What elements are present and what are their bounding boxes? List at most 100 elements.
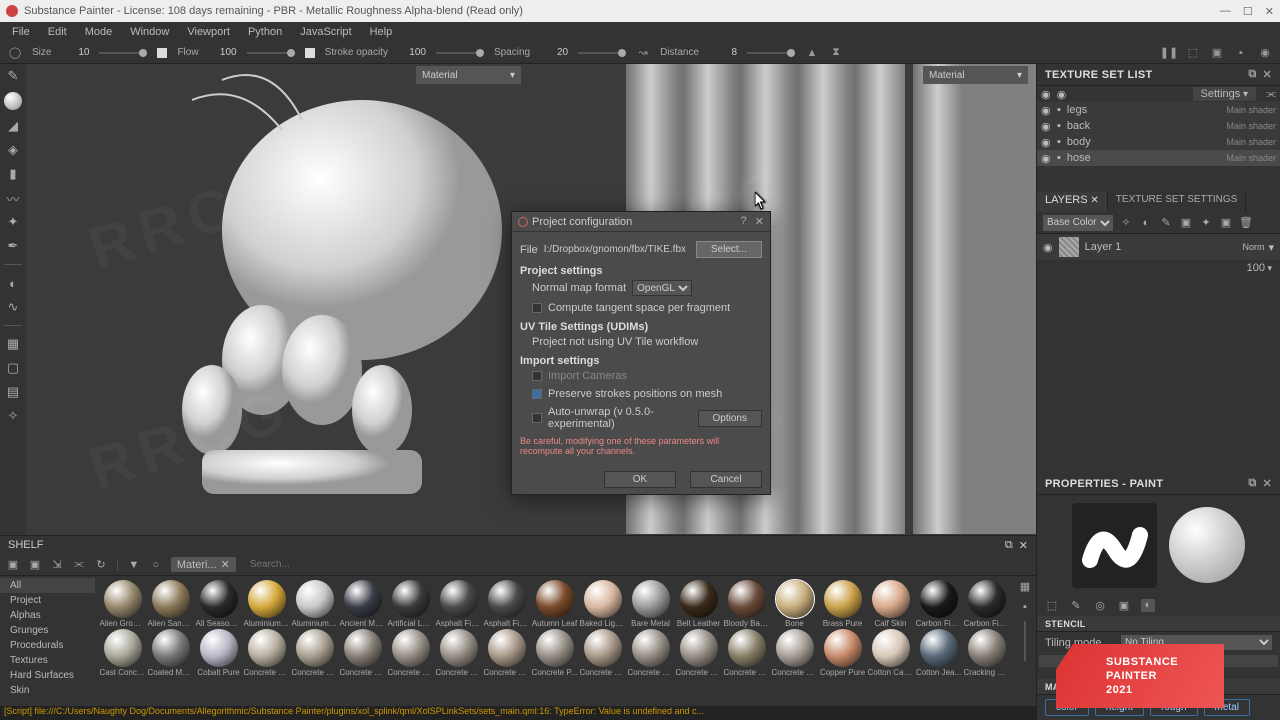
tab-stencil-icon[interactable]: ◎ bbox=[1093, 599, 1107, 612]
vis-all-icon[interactable]: ◉ bbox=[1041, 88, 1051, 101]
material-item[interactable]: Concrete Pl... bbox=[483, 629, 530, 677]
dialog-close-icon[interactable]: ✕ bbox=[755, 215, 764, 228]
material-item[interactable]: Concrete W... bbox=[771, 629, 818, 677]
smart-icon[interactable]: ✦ bbox=[1199, 216, 1213, 230]
tab-channel-icon[interactable]: ◐ bbox=[1141, 599, 1155, 612]
material-item[interactable]: Artificial Lea... bbox=[387, 580, 434, 628]
material-item[interactable]: Cotton Jea... bbox=[915, 629, 962, 677]
menu-edit[interactable]: Edit bbox=[40, 24, 75, 40]
preserve-strokes-checkbox[interactable] bbox=[532, 389, 542, 399]
bake-icon[interactable]: ▦ bbox=[5, 336, 21, 352]
menu-javascript[interactable]: JavaScript bbox=[292, 24, 359, 40]
size-value[interactable]: 10 bbox=[61, 47, 89, 58]
pause-icon[interactable]: ❚❚ bbox=[1162, 46, 1176, 60]
material-item[interactable]: Baked Light... bbox=[579, 580, 626, 628]
material-item[interactable]: Bloody Batt... bbox=[723, 580, 770, 628]
tab-texset-settings[interactable]: TEXTURE SET SETTINGS bbox=[1108, 192, 1247, 212]
material-item[interactable]: Concrete Ji... bbox=[435, 629, 482, 677]
texset-row-body[interactable]: ◉▪bodyMain shader bbox=[1037, 134, 1280, 150]
select-file-button[interactable]: Select... bbox=[696, 241, 762, 258]
mirror-icon[interactable]: ⧗ bbox=[829, 46, 843, 60]
layer-row[interactable]: ◉ Layer 1 Norm▾ bbox=[1037, 234, 1280, 260]
brush-preset-icon[interactable]: ◯ bbox=[8, 46, 22, 60]
pick-tool-icon[interactable]: ✒ bbox=[5, 238, 21, 254]
shelf-refresh-icon[interactable]: ↻ bbox=[94, 558, 108, 571]
delete-icon[interactable]: 🗑 bbox=[1239, 216, 1253, 230]
cube-icon[interactable]: ▣ bbox=[1210, 46, 1224, 60]
material-item[interactable]: Bare Metal bbox=[627, 580, 674, 628]
folder-icon[interactable]: ▣ bbox=[1219, 216, 1233, 230]
shelf-filter-icon[interactable]: ▼ bbox=[127, 559, 141, 571]
material-item[interactable]: Coated Met... bbox=[147, 629, 194, 677]
material-item[interactable]: Carbon Fiber bbox=[915, 580, 962, 628]
cat-alphas[interactable]: Alphas bbox=[0, 608, 95, 623]
paint-tool-icon[interactable]: ✎ bbox=[5, 68, 21, 84]
camera-icon[interactable]: ▪ bbox=[1234, 46, 1248, 60]
brush-icon[interactable]: ✎ bbox=[1159, 216, 1173, 230]
ok-button[interactable]: OK bbox=[604, 471, 676, 488]
texset-row-back[interactable]: ◉▪backMain shader bbox=[1037, 118, 1280, 134]
material-item[interactable]: Aluminium ... bbox=[243, 580, 290, 628]
texset-row-hose[interactable]: ◉▪hoseMain shader bbox=[1037, 150, 1280, 166]
dialog-help-icon[interactable]: ? bbox=[741, 215, 747, 228]
texset-row-legs[interactable]: ◉▪legsMain shader bbox=[1037, 102, 1280, 118]
material-dropdown-3d[interactable]: Material bbox=[416, 66, 521, 84]
mesh-icon[interactable]: ⬚ bbox=[1186, 46, 1200, 60]
material-item[interactable]: Calf Skin bbox=[867, 580, 914, 628]
render-icon[interactable]: ✧ bbox=[5, 408, 21, 424]
material-item[interactable]: Bone bbox=[771, 580, 818, 628]
capture-icon[interactable]: ◉ bbox=[1258, 46, 1272, 60]
tab-material-icon[interactable]: ▣ bbox=[1117, 599, 1131, 612]
material-item[interactable]: Cast Concre... bbox=[99, 629, 146, 677]
cat-all[interactable]: All bbox=[0, 578, 95, 593]
material-item[interactable]: Concrete D... bbox=[339, 629, 386, 677]
spacing-slider[interactable] bbox=[578, 52, 626, 54]
menu-help[interactable]: Help bbox=[362, 24, 401, 40]
cat-grunges[interactable]: Grunges bbox=[0, 623, 95, 638]
material-item[interactable]: Carbon Fib... bbox=[963, 580, 1010, 628]
settings-dropdown[interactable]: Settings ▾ bbox=[1193, 87, 1257, 101]
import-cameras-checkbox[interactable] bbox=[532, 371, 542, 381]
material-tool-icon[interactable]: ◐ bbox=[5, 275, 21, 291]
shelf-folder-icon[interactable]: ▣ bbox=[28, 558, 42, 571]
channel-select[interactable]: Base Color bbox=[1043, 215, 1113, 231]
spacing-value[interactable]: 20 bbox=[540, 47, 568, 58]
settings-icon[interactable]: ▢ bbox=[5, 360, 21, 376]
material-item[interactable]: Concrete R... bbox=[627, 629, 674, 677]
menu-viewport[interactable]: Viewport bbox=[179, 24, 238, 40]
material-item[interactable]: Cotton Can... bbox=[867, 629, 914, 677]
auto-unwrap-checkbox[interactable] bbox=[532, 413, 542, 423]
size-slider[interactable] bbox=[1024, 621, 1026, 661]
panel-close-icon[interactable]: ✕ bbox=[1262, 68, 1272, 81]
panel-close-icon[interactable]: ✕ bbox=[1262, 477, 1272, 490]
link-icon[interactable]: ⫘ bbox=[1266, 88, 1276, 101]
size-lock[interactable] bbox=[157, 48, 167, 58]
menu-window[interactable]: Window bbox=[122, 24, 177, 40]
cat-hardsurfaces[interactable]: Hard Surfaces bbox=[0, 668, 95, 683]
minimize-button[interactable]: — bbox=[1220, 5, 1231, 18]
maximize-button[interactable]: ☐ bbox=[1243, 5, 1253, 18]
cat-procedurals[interactable]: Procedurals bbox=[0, 638, 95, 653]
opacity-slider[interactable] bbox=[436, 52, 484, 54]
view-large-icon[interactable]: ▦ bbox=[1020, 580, 1030, 593]
material-item[interactable]: Concrete Cl... bbox=[291, 629, 338, 677]
flow-lock[interactable] bbox=[305, 48, 315, 58]
tangent-checkbox[interactable] bbox=[532, 303, 542, 313]
cat-textures[interactable]: Textures bbox=[0, 653, 95, 668]
material-item[interactable]: Cracking Li... bbox=[963, 629, 1010, 677]
size-slider[interactable] bbox=[99, 52, 147, 54]
flow-slider[interactable] bbox=[247, 52, 295, 54]
view-small-icon[interactable]: ▪ bbox=[1023, 601, 1027, 613]
shelf-home-icon[interactable]: ▣ bbox=[6, 558, 20, 571]
material-item[interactable]: Concrete Fl... bbox=[387, 629, 434, 677]
vis-solo-icon[interactable]: ◉ bbox=[1057, 88, 1067, 101]
material-item[interactable]: Concrete Sl... bbox=[723, 629, 770, 677]
shelf-close-icon[interactable]: ✕ bbox=[1019, 539, 1028, 552]
panel-undock-icon[interactable]: ⧉ bbox=[1248, 68, 1256, 81]
opacity-value[interactable]: 100 bbox=[398, 47, 426, 58]
menu-mode[interactable]: Mode bbox=[77, 24, 121, 40]
clone-tool-icon[interactable]: ✦ bbox=[5, 214, 21, 230]
shelf-search-input[interactable] bbox=[244, 557, 444, 572]
shelf-undock-icon[interactable]: ⧉ bbox=[1005, 539, 1013, 552]
layer-name[interactable]: Layer 1 bbox=[1085, 241, 1122, 253]
